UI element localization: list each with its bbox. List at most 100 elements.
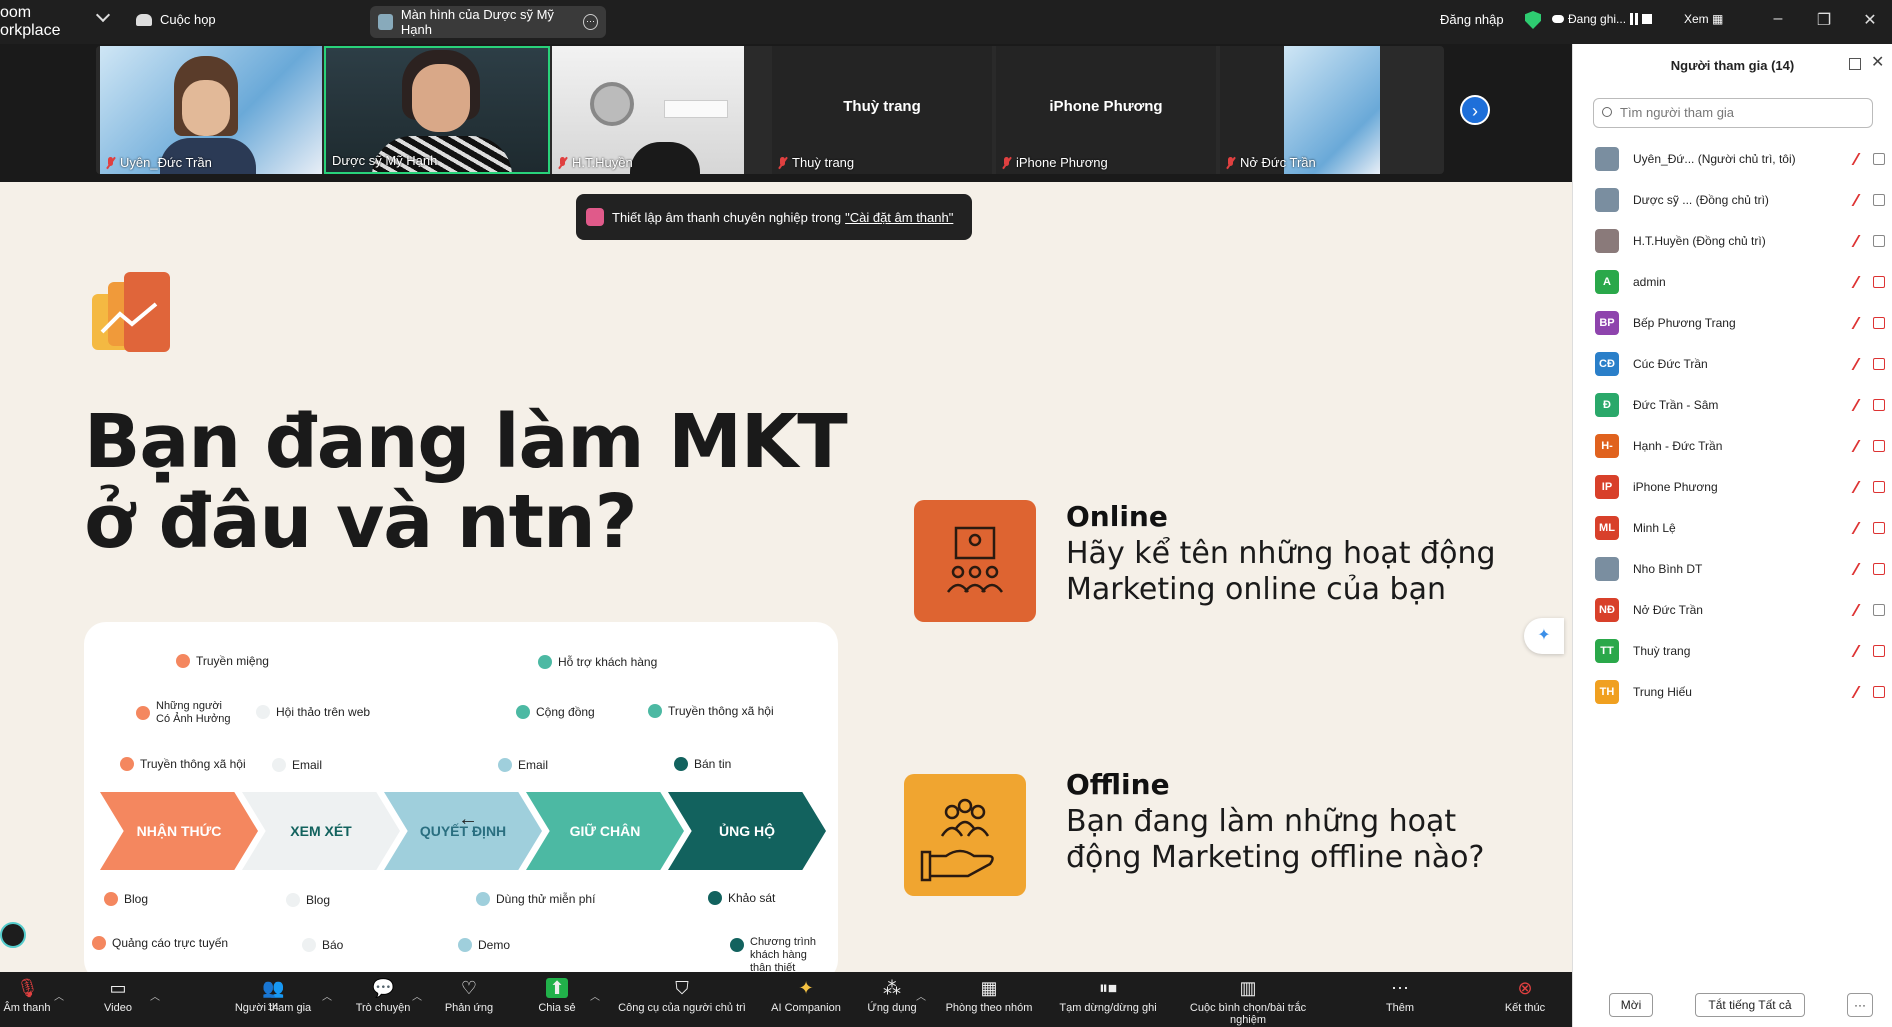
music-note-icon: [586, 208, 604, 226]
participant-row[interactable]: Dược sỹ ... (Đồng chủ trì): [1595, 183, 1885, 217]
participant-row[interactable]: TT Thuỳ trang: [1595, 634, 1885, 668]
participant-row[interactable]: Đ Đức Trần - Sâm: [1595, 388, 1885, 422]
mic-muted-icon: [106, 156, 116, 169]
participant-name: Dược sỹ ... (Đồng chủ trì): [1633, 193, 1769, 207]
participant-row[interactable]: ML Minh Lệ: [1595, 511, 1885, 545]
minimize-icon[interactable]: –: [1768, 10, 1788, 30]
ai-companion-button[interactable]: ✦ AI Companion: [766, 978, 846, 1014]
more-options-button[interactable]: ···: [1847, 993, 1873, 1017]
participant-row[interactable]: TH Trung Hiếu: [1595, 675, 1885, 709]
share-options-caret[interactable]: ︿: [590, 988, 600, 1003]
reactions-button[interactable]: ♡ Phản ứng: [440, 978, 498, 1014]
mic-muted-icon: [1851, 276, 1871, 288]
video-tile[interactable]: Uyên_Đức Trần: [100, 46, 322, 174]
toast-text: Thiết lập âm thanh chuyên nghiệp trong: [612, 209, 842, 225]
restore-icon[interactable]: ❐: [1814, 10, 1834, 30]
more-button[interactable]: ⋯ Thêm: [1380, 978, 1420, 1014]
end-meeting-button[interactable]: ⊗ Kết thúc: [1500, 978, 1550, 1014]
breakout-rooms-button[interactable]: ▦ Phòng theo nhóm: [938, 978, 1040, 1014]
close-panel-icon[interactable]: ✕: [1871, 52, 1884, 72]
annotate-pen-icon[interactable]: [0, 922, 26, 948]
more-dots-icon: ⋯: [1391, 978, 1409, 998]
participant-row[interactable]: H.T.Huyền (Đồng chủ trì): [1595, 224, 1885, 258]
login-link[interactable]: Đăng nhập: [1440, 12, 1504, 27]
ai-sparkle-button[interactable]: ✦: [1524, 618, 1564, 654]
more-options-icon[interactable]: ···: [583, 14, 598, 30]
participant-row[interactable]: H- Hạnh - Đức Trần: [1595, 429, 1885, 463]
video-tile[interactable]: H.T.Huyền: [552, 46, 744, 174]
chart-up-icon: [100, 302, 158, 334]
share-screen-button[interactable]: ⬆ Chia sẻ: [534, 978, 580, 1014]
chat-options-caret[interactable]: ︿: [412, 988, 422, 1003]
participant-row[interactable]: CĐ Cúc Đức Trần: [1595, 347, 1885, 381]
tile-label: Dược sỹ Mỹ Hạnh: [332, 153, 437, 168]
participant-row[interactable]: Aadmin: [1595, 265, 1885, 299]
audio-settings-link[interactable]: "Cài đặt âm thanh": [845, 210, 953, 225]
avatar: [1595, 557, 1619, 581]
mic-muted-icon: [1851, 317, 1871, 329]
tile-name: Uyên_Đức Trần: [120, 155, 212, 170]
participants-options-caret[interactable]: ︿: [322, 988, 332, 1003]
video-tile[interactable]: iPhone Phương iPhone Phương: [996, 46, 1216, 174]
apps-options-caret[interactable]: ︿: [916, 988, 926, 1003]
mic-muted-icon: 🎙: [16, 978, 39, 998]
presentation-audience-icon: [946, 526, 1004, 593]
security-shield-icon[interactable]: [1525, 11, 1541, 29]
audio-button[interactable]: 🎙 Âm thanh: [2, 978, 52, 1014]
tile-name: H.T.Huyền: [572, 155, 633, 170]
mute-all-button[interactable]: Tắt tiếng Tất cả: [1695, 993, 1805, 1017]
offline-text: Bạn đang làm những hoạt động Marketing o…: [1066, 804, 1485, 875]
funnel-tag: Truyền thông xã hội: [648, 704, 774, 718]
video-tile-active-speaker[interactable]: Dược sỹ Mỹ Hạnh: [324, 46, 550, 174]
video-off-icon: [1873, 440, 1885, 452]
chat-button[interactable]: 💬 Trò chuyện: [350, 978, 416, 1014]
close-icon[interactable]: ✕: [1860, 10, 1880, 30]
avatar: IP: [1595, 475, 1619, 499]
video-tile[interactable]: Thuỳ trang Thuỳ trang: [772, 46, 992, 174]
heart-icon: ♡: [460, 978, 478, 998]
headline-line-2: ở đâu và ntn?: [84, 479, 638, 565]
participant-row[interactable]: NĐ Nở Đức Trần: [1595, 593, 1885, 627]
participant-video-face: [182, 80, 230, 136]
online-title: Online: [1066, 500, 1168, 533]
meeting-menu[interactable]: Cuộc họp: [136, 12, 216, 27]
view-menu[interactable]: Xem ▦: [1684, 12, 1723, 26]
polls-button[interactable]: ▥ Cuộc bình chọn/bài trắc nghiệm: [1176, 978, 1320, 1026]
mic-muted-icon: [1851, 522, 1871, 534]
video-off-icon: [1873, 153, 1885, 165]
invite-button[interactable]: Mời: [1609, 993, 1653, 1017]
video-button[interactable]: ▭ Video: [96, 978, 140, 1014]
audio-settings-toast[interactable]: Thiết lập âm thanh chuyên nghiệp trong "…: [576, 194, 972, 240]
video-tile[interactable]: Nở Đức Trần: [1220, 46, 1380, 174]
participant-head: [630, 142, 700, 174]
participant-row[interactable]: Nho Bình DT: [1595, 552, 1885, 586]
tile-center-name: iPhone Phương: [1049, 98, 1163, 115]
participants-button[interactable]: 👥14 Người tham gia: [230, 978, 316, 1014]
stop-icon[interactable]: [1642, 14, 1653, 24]
funnel-stage-decision: QUYẾT ĐỊNH: [384, 792, 542, 870]
gallery-next-button[interactable]: ›: [1460, 95, 1490, 125]
participant-search-input[interactable]: Tìm người tham gia: [1593, 98, 1873, 128]
participant-row[interactable]: BP Bếp Phương Trang: [1595, 306, 1885, 340]
avatar: BP: [1595, 311, 1619, 335]
avatar: [1595, 188, 1619, 212]
audio-options-caret[interactable]: ︿: [54, 988, 64, 1003]
screen-share-indicator[interactable]: Màn hình của Dược sỹ Mỹ Hạnh ···: [370, 6, 606, 38]
offline-title: Offline: [1066, 768, 1170, 801]
funnel-tag: Báo: [302, 938, 343, 952]
host-tools-button[interactable]: ⛉ Công cụ của người chủ trì: [612, 978, 752, 1014]
video-options-caret[interactable]: ︿: [150, 988, 160, 1003]
popout-icon[interactable]: [1849, 58, 1861, 70]
recording-indicator[interactable]: Đang ghi...: [1552, 12, 1653, 26]
participant-status-icons: [1849, 645, 1885, 657]
pause-icon[interactable]: [1630, 13, 1639, 25]
video-off-icon: [1873, 276, 1885, 288]
pause-stop-recording-button[interactable]: ⏸⏹ Tạm dừng/dừng ghi: [1052, 978, 1164, 1014]
apps-button[interactable]: ⁂ Ứng dụng: [862, 978, 922, 1014]
funnel-tag: Bán tin: [674, 757, 731, 771]
funnel-tag: Dùng thử miễn phí: [476, 892, 595, 906]
participant-row[interactable]: Uyên_Đứ... (Người chủ trì, tôi): [1595, 142, 1885, 176]
chevron-down-icon[interactable]: [95, 7, 111, 23]
participant-row[interactable]: IP iPhone Phương: [1595, 470, 1885, 504]
participant-video-face: [412, 64, 470, 132]
